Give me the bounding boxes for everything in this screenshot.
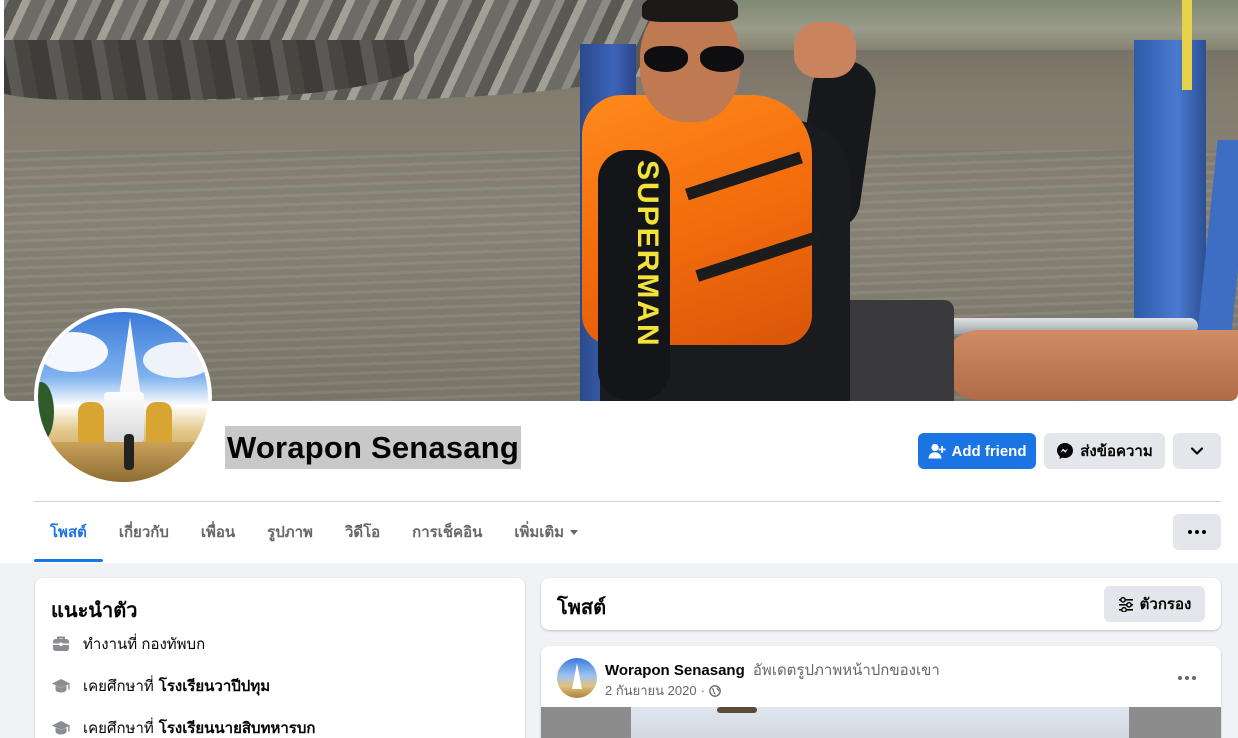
- cover-hair: [642, 0, 738, 22]
- post-action-text: อัพเดตรูปภาพหน้าปกของเขา: [752, 662, 940, 679]
- tab-more[interactable]: เพิ่มเติม: [498, 502, 594, 562]
- more-options-button[interactable]: [1173, 514, 1221, 550]
- globe-icon: [709, 684, 721, 697]
- filter-button[interactable]: ตัวกรอง: [1104, 586, 1205, 622]
- more-horizontal-icon: [1188, 530, 1206, 534]
- cover-sleeve-print: SUPERMAN: [631, 160, 664, 348]
- intro-item-work-text: ทำงานที่ กองทัพบก: [83, 636, 206, 653]
- avatar-person: [124, 434, 134, 470]
- tab-photos[interactable]: รูปภาพ: [251, 502, 329, 562]
- caret-down-icon: [570, 529, 579, 535]
- send-message-button[interactable]: ส่งข้อความ: [1044, 433, 1165, 469]
- cover-fist: [794, 22, 856, 78]
- post-meta: 2 กันยายน 2020 ·: [605, 680, 721, 701]
- cover-rope: [1182, 0, 1192, 90]
- tab-friends[interactable]: เพื่อน: [185, 502, 251, 562]
- profile-tabs: โพสต์ เกี่ยวกับ เพื่อน รูปภาพ วิดีโอ การ…: [34, 502, 594, 562]
- filter-sliders-icon: [1118, 596, 1133, 612]
- profile-name: Worapon Senasang: [227, 430, 520, 465]
- post-card: Worapon Senasang อัพเดตรูปภาพหน้าปกของเข…: [541, 646, 1221, 738]
- posts-header-card: โพสต์ ตัวกรอง: [541, 578, 1221, 630]
- intro-item-education: เคยศึกษาที่ โรงเรียนนายสิบทหารบก: [51, 716, 315, 738]
- posts-title: โพสต์: [557, 597, 607, 619]
- profile-header: SUPERMAN Worapon Senasang Add friend ส่ง…: [0, 0, 1238, 563]
- cover-legs: [944, 330, 1238, 400]
- messenger-icon: [1057, 443, 1074, 459]
- post-author-avatar[interactable]: [557, 658, 597, 698]
- post-author-name[interactable]: Worapon Senasang: [605, 662, 745, 679]
- profile-name-highlight: Worapon Senasang: [225, 426, 522, 469]
- intro-item-education-prefix: เคยศึกษาที่: [83, 720, 154, 737]
- cover-sunglasses: [644, 46, 746, 72]
- post-image[interactable]: [541, 707, 1221, 738]
- intro-item-education: เคยศึกษาที่ โรงเรียนวาปีปทุม: [51, 674, 270, 698]
- graduation-cap-icon: [52, 679, 70, 693]
- add-friend-label: Add friend: [951, 442, 1027, 460]
- post-image-content: [631, 707, 1129, 738]
- avatar-cloud: [143, 342, 208, 378]
- tab-about[interactable]: เกี่ยวกับ: [103, 502, 185, 562]
- filter-label: ตัวกรอง: [1139, 596, 1192, 613]
- send-message-label: ส่งข้อความ: [1080, 443, 1153, 460]
- post-image-detail: [717, 707, 757, 713]
- post-meta-separator: ·: [700, 683, 705, 698]
- intro-card: แนะนำตัว ทำงานที่ กองทัพบก เคยศึกษาที่ โ…: [35, 578, 525, 738]
- avatar-cloud: [38, 332, 108, 372]
- add-friend-icon: [928, 443, 946, 459]
- tab-more-label: เพิ่มเติม: [514, 524, 565, 541]
- intro-item-education-prefix: เคยศึกษาที่: [83, 678, 154, 695]
- tab-check-ins[interactable]: การเช็คอิน: [396, 502, 498, 562]
- intro-title: แนะนำตัว: [51, 600, 138, 622]
- briefcase-icon: [53, 636, 69, 651]
- add-friend-button[interactable]: Add friend: [918, 433, 1036, 469]
- tab-posts[interactable]: โพสต์: [34, 502, 103, 562]
- post-author-line: Worapon Senasang อัพเดตรูปภาพหน้าปกของเข…: [605, 658, 940, 682]
- avatar-tree: [38, 382, 54, 442]
- profile-options-dropdown-button[interactable]: [1173, 433, 1221, 469]
- post-options-button[interactable]: [1169, 660, 1205, 696]
- intro-item-work: ทำงานที่ กองทัพบก: [51, 632, 205, 656]
- intro-item-education-school[interactable]: โรงเรียนวาปีปทุม: [159, 674, 270, 698]
- profile-picture-image: [38, 312, 208, 482]
- more-horizontal-icon: [1178, 676, 1196, 680]
- chevron-down-icon: [1190, 447, 1204, 455]
- graduation-cap-icon: [52, 721, 70, 735]
- cover-blue-post: [1134, 40, 1206, 360]
- profile-picture[interactable]: [34, 308, 212, 486]
- tab-videos[interactable]: วิดีโอ: [329, 502, 396, 562]
- post-date[interactable]: 2 กันยายน 2020: [605, 680, 697, 701]
- intro-item-education-school[interactable]: โรงเรียนนายสิบทหารบก: [159, 716, 316, 738]
- avatar-temple-base: [38, 442, 208, 482]
